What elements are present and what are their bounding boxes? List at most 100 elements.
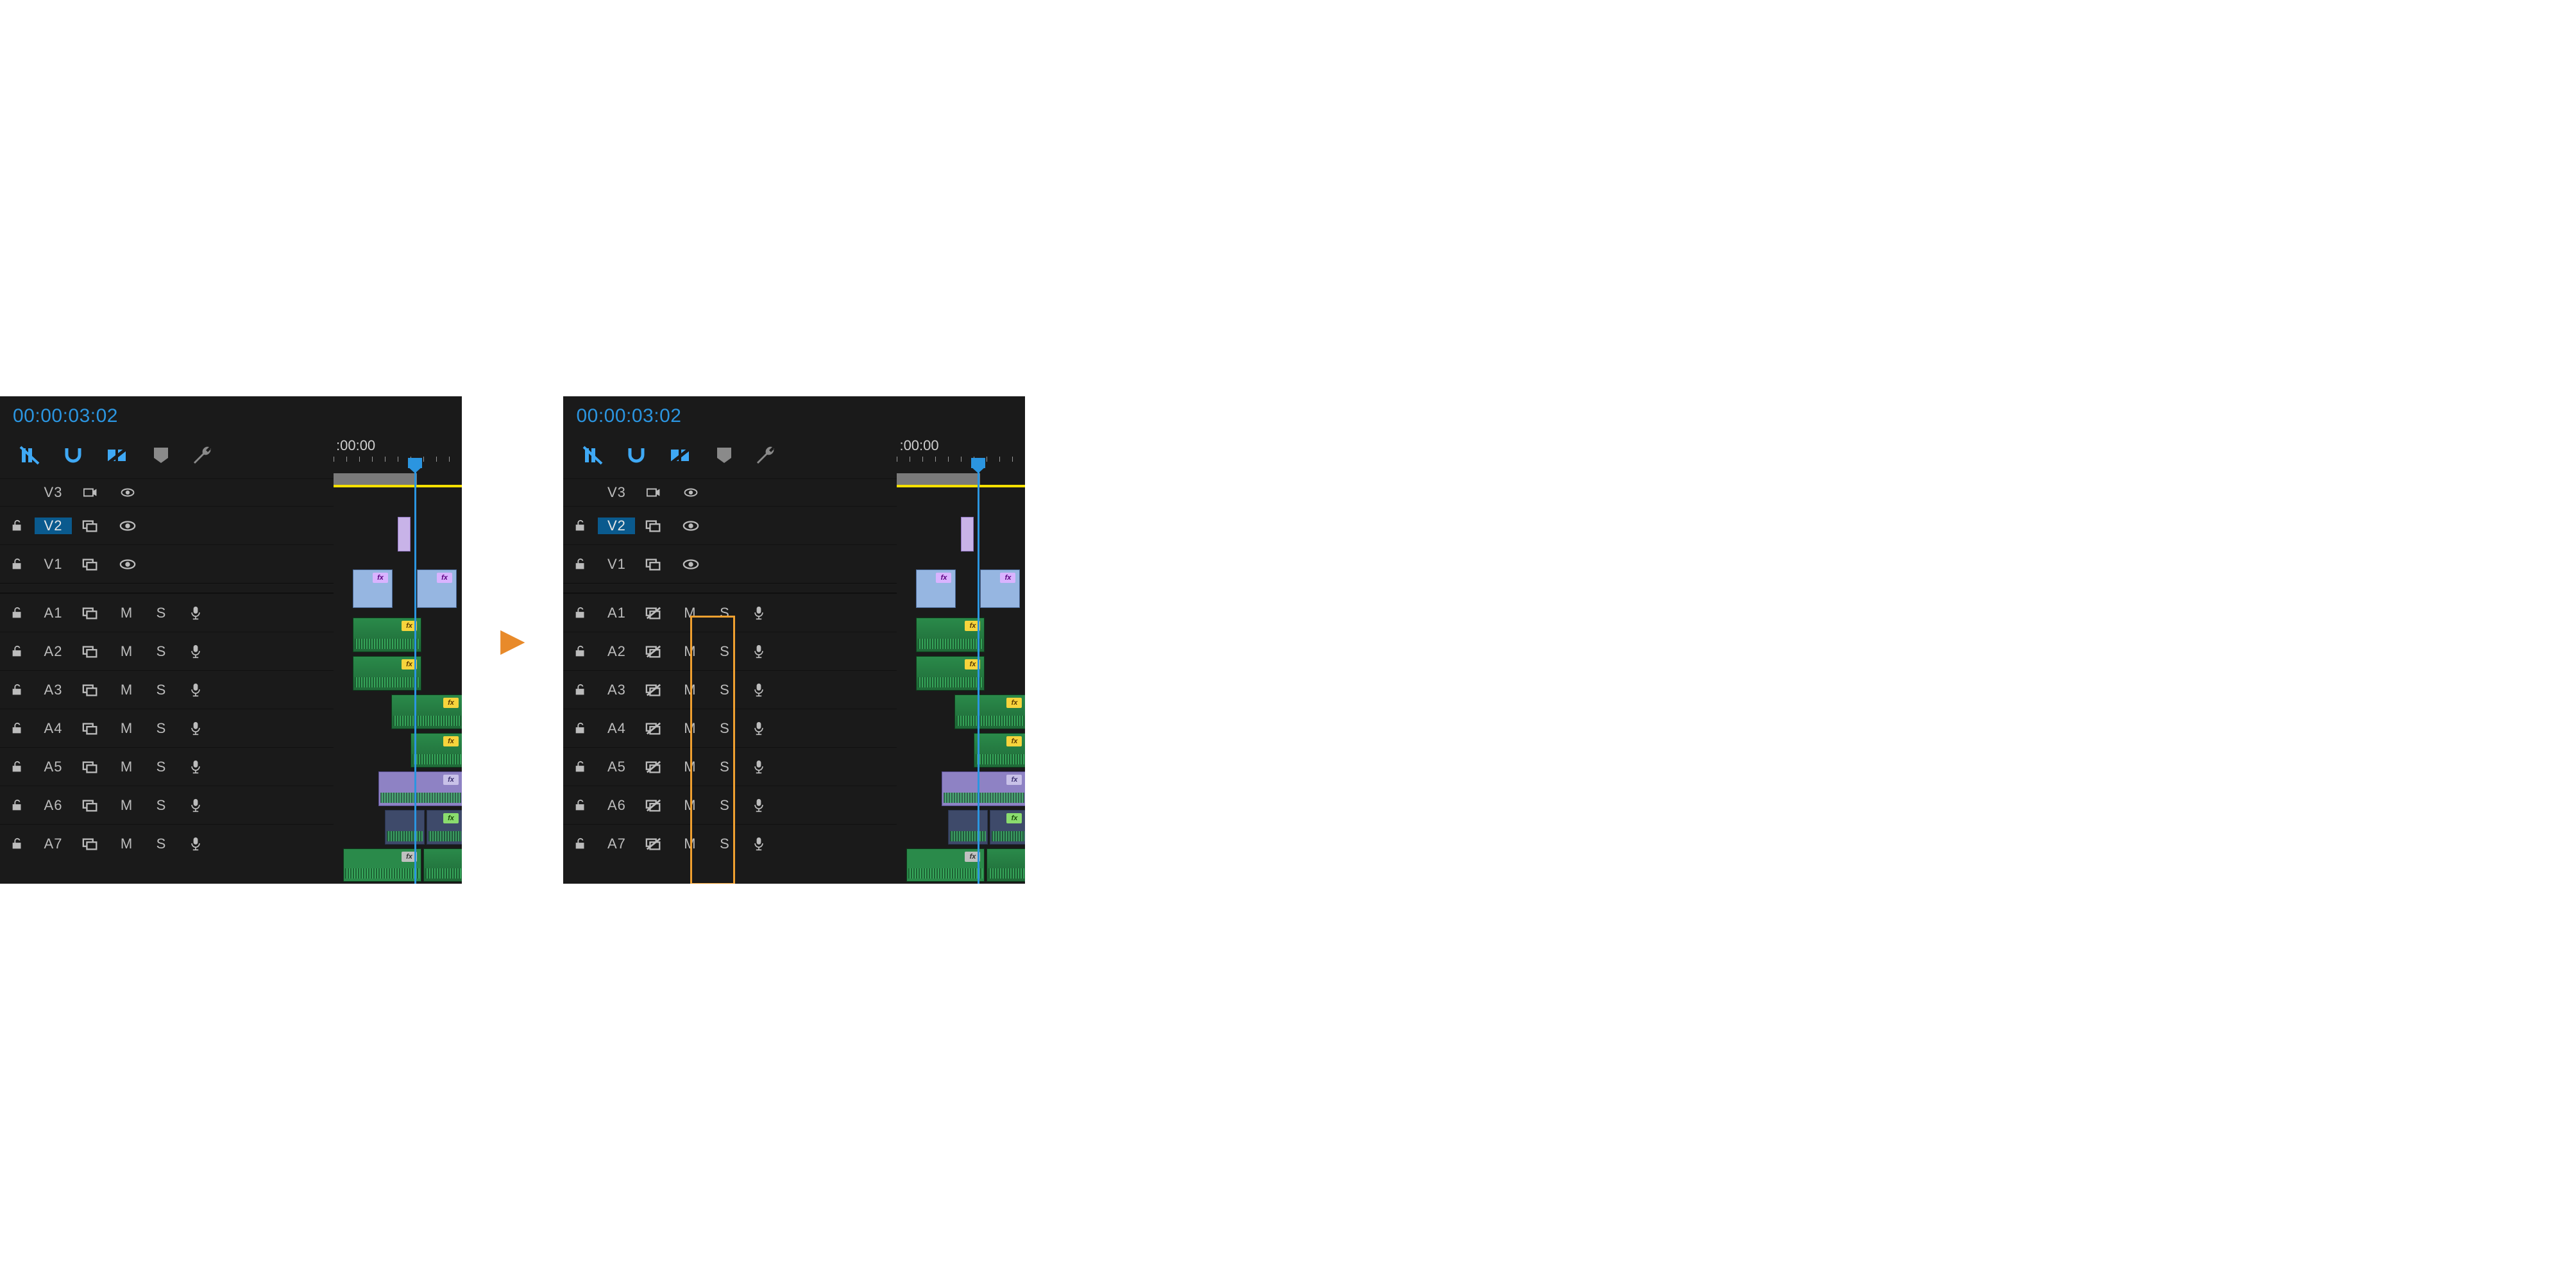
clip[interactable]: fx xyxy=(990,810,1025,845)
clip[interactable]: fx xyxy=(942,771,1025,806)
track-target-toggle[interactable]: A6 xyxy=(35,797,72,814)
solo-toggle[interactable]: S xyxy=(144,759,178,775)
solo-toggle[interactable]: S xyxy=(144,682,178,698)
solo-toggle[interactable]: S xyxy=(707,836,741,852)
sync-lock-toggle[interactable] xyxy=(72,798,109,813)
solo-toggle[interactable]: S xyxy=(144,605,178,621)
fx-badge[interactable]: fx xyxy=(1000,573,1015,583)
fx-badge[interactable]: fx xyxy=(1006,813,1022,823)
mute-toggle[interactable]: M xyxy=(109,643,144,660)
fx-badge[interactable]: fx xyxy=(1006,775,1022,785)
timeline-clips-area[interactable]: :00:00fxfxfxfxfxfxfxfxfx xyxy=(897,396,1025,884)
settings-wrench-icon[interactable] xyxy=(756,446,777,465)
sync-lock-toggle[interactable] xyxy=(635,798,672,813)
sync-lock-toggle[interactable] xyxy=(635,557,672,571)
mute-toggle[interactable]: M xyxy=(672,797,707,814)
mute-toggle[interactable]: M xyxy=(672,682,707,698)
work-area-bar[interactable] xyxy=(334,473,417,485)
fx-badge[interactable]: fx xyxy=(443,813,459,823)
mute-toggle[interactable]: M xyxy=(109,759,144,775)
sync-lock-toggle[interactable] xyxy=(72,644,109,659)
voiceover-record-icon[interactable] xyxy=(741,606,776,620)
clip[interactable] xyxy=(423,848,462,882)
track-lock-toggle[interactable] xyxy=(563,798,598,813)
track-lock-toggle[interactable] xyxy=(563,606,598,620)
sync-lock-toggle[interactable] xyxy=(635,760,672,774)
track-lock-toggle[interactable] xyxy=(563,760,598,774)
solo-toggle[interactable]: S xyxy=(707,682,741,698)
playhead-line[interactable] xyxy=(414,467,416,884)
playhead-line[interactable] xyxy=(978,467,979,884)
mute-toggle[interactable]: M xyxy=(672,643,707,660)
clip[interactable]: fx xyxy=(916,569,956,608)
track-lock-toggle[interactable] xyxy=(563,519,598,533)
solo-toggle[interactable]: S xyxy=(707,605,741,621)
time-ruler[interactable]: :00:00 xyxy=(334,437,462,462)
sync-lock-toggle[interactable] xyxy=(635,644,672,659)
time-ruler[interactable]: :00:00 xyxy=(897,437,1025,462)
fx-badge[interactable]: fx xyxy=(443,698,459,708)
track-lock-toggle[interactable] xyxy=(563,837,598,851)
track-target-toggle[interactable]: A1 xyxy=(598,605,635,621)
fx-badge[interactable]: fx xyxy=(437,573,452,583)
toggle-track-output-icon[interactable] xyxy=(109,519,146,533)
voiceover-record-icon[interactable] xyxy=(178,798,213,813)
mute-toggle[interactable]: M xyxy=(109,682,144,698)
sync-lock-toggle[interactable] xyxy=(635,519,672,533)
fx-badge[interactable]: fx xyxy=(936,573,951,583)
sync-lock-toggle[interactable] xyxy=(72,721,109,736)
mute-toggle[interactable]: M xyxy=(672,759,707,775)
sync-lock-toggle[interactable] xyxy=(635,721,672,736)
clip[interactable]: fx xyxy=(353,656,421,691)
add-marker-icon[interactable] xyxy=(716,446,733,464)
timeline-clips-area[interactable]: :00:00fxfxfxfxfxfxfxfxfx xyxy=(334,396,462,884)
track-target-toggle[interactable]: V3 xyxy=(35,479,72,507)
sync-lock-toggle[interactable] xyxy=(635,683,672,697)
snap-icon[interactable] xyxy=(626,446,647,465)
track-lock-toggle[interactable] xyxy=(0,798,35,813)
settings-wrench-icon[interactable] xyxy=(192,446,214,465)
clip[interactable] xyxy=(987,848,1025,882)
clip[interactable]: fx xyxy=(427,810,462,845)
clip[interactable] xyxy=(398,517,411,552)
clip[interactable]: fx xyxy=(980,569,1020,608)
linked-selection-icon[interactable] xyxy=(670,446,693,465)
clip[interactable]: fx xyxy=(391,695,462,729)
clip[interactable] xyxy=(961,517,974,552)
track-lock-toggle[interactable] xyxy=(0,644,35,659)
toggle-track-output-icon[interactable] xyxy=(109,479,146,507)
mute-toggle[interactable]: M xyxy=(109,605,144,621)
track-target-toggle[interactable]: A2 xyxy=(35,643,72,660)
solo-toggle[interactable]: S xyxy=(707,759,741,775)
add-marker-icon[interactable] xyxy=(153,446,169,464)
clip[interactable]: fx xyxy=(954,695,1025,729)
sync-lock-toggle[interactable] xyxy=(635,837,672,851)
toggle-track-output-icon[interactable] xyxy=(672,519,709,533)
mute-toggle[interactable]: M xyxy=(109,797,144,814)
track-lock-toggle[interactable] xyxy=(0,721,35,736)
clip[interactable]: fx xyxy=(906,848,985,882)
clip[interactable]: fx xyxy=(378,771,462,806)
solo-toggle[interactable]: S xyxy=(144,836,178,852)
clip[interactable]: fx xyxy=(343,848,421,882)
mute-toggle[interactable]: M xyxy=(672,720,707,737)
track-lock-toggle[interactable] xyxy=(563,557,598,571)
mute-toggle[interactable]: M xyxy=(109,720,144,737)
clip[interactable]: fx xyxy=(417,569,457,608)
track-target-toggle[interactable]: A3 xyxy=(35,682,72,698)
track-lock-toggle[interactable] xyxy=(563,721,598,736)
track-target-toggle[interactable]: V1 xyxy=(35,556,72,573)
sync-lock-toggle[interactable] xyxy=(635,606,672,620)
clip[interactable]: fx xyxy=(353,618,421,652)
track-lock-toggle[interactable] xyxy=(0,557,35,571)
toggle-track-output-icon[interactable] xyxy=(672,479,709,507)
track-lock-toggle[interactable] xyxy=(0,606,35,620)
clip[interactable] xyxy=(385,810,425,845)
voiceover-record-icon[interactable] xyxy=(741,798,776,813)
voiceover-record-icon[interactable] xyxy=(178,606,213,620)
clip[interactable]: fx xyxy=(974,733,1025,768)
fx-badge[interactable]: fx xyxy=(443,736,459,746)
voiceover-record-icon[interactable] xyxy=(178,644,213,659)
solo-toggle[interactable]: S xyxy=(144,797,178,814)
track-target-toggle[interactable]: A4 xyxy=(598,720,635,737)
